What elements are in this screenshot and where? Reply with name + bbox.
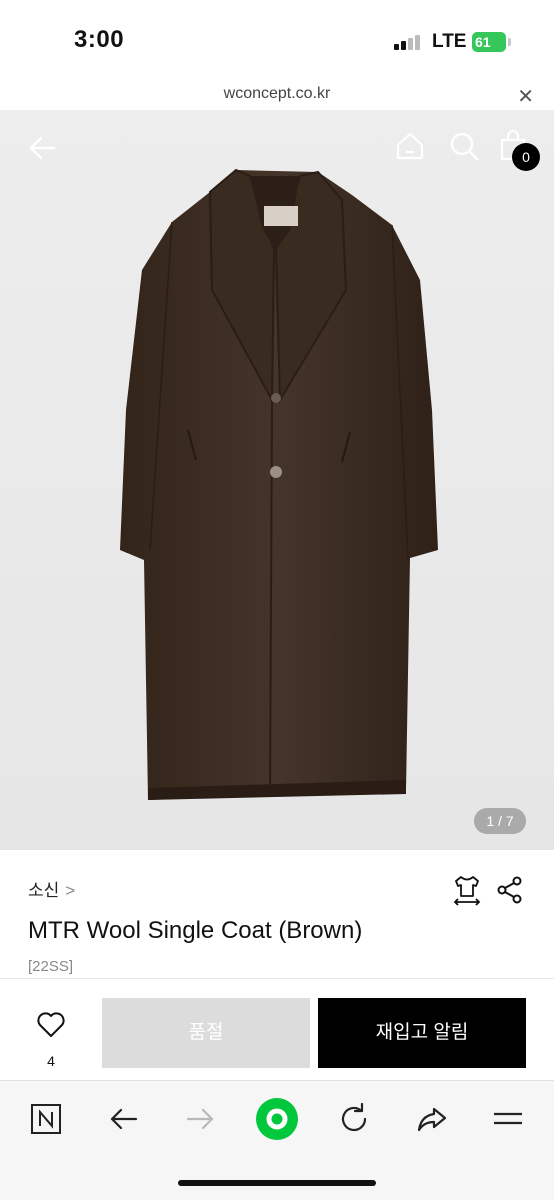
- search-icon: [450, 132, 479, 161]
- purchase-action-bar: 4 품절 재입고 알림: [0, 978, 554, 1080]
- back-button[interactable]: [26, 132, 58, 164]
- search-button[interactable]: [448, 130, 480, 162]
- menu-button[interactable]: [488, 1099, 528, 1139]
- status-time: 3:00: [74, 26, 125, 53]
- heart-icon: [37, 1012, 65, 1037]
- network-label: LTE: [432, 31, 467, 52]
- url-bar[interactable]: wconcept.co.kr ✕: [0, 80, 554, 110]
- signal-icon: [394, 34, 424, 50]
- brand-link[interactable]: 소신 >: [28, 876, 75, 901]
- status-bar: 3:00 LTE 61: [0, 0, 554, 80]
- share-icon: [497, 876, 522, 904]
- product-season: [22SS]: [28, 958, 74, 975]
- product-title: MTR Wool Single Coat (Brown): [28, 917, 363, 944]
- url-text[interactable]: wconcept.co.kr: [0, 85, 554, 103]
- share-page-button[interactable]: [412, 1099, 452, 1139]
- close-icon[interactable]: ✕: [517, 84, 534, 109]
- share-arrow-icon: [417, 1107, 447, 1132]
- image-page-indicator: 1 / 7: [474, 808, 526, 834]
- home-button[interactable]: [394, 130, 426, 162]
- soldout-button[interactable]: 품절: [102, 998, 310, 1068]
- home-indicator: [178, 1180, 376, 1186]
- browser-back-button[interactable]: [104, 1099, 144, 1139]
- browser-forward-button[interactable]: [180, 1099, 220, 1139]
- back-arrow-icon: [110, 1108, 138, 1130]
- product-image-carousel[interactable]: [0, 110, 554, 850]
- brand-name: 소신: [28, 881, 60, 900]
- naver-n-icon: [31, 1104, 61, 1134]
- refresh-icon: [341, 1102, 367, 1132]
- battery-icon: 61: [472, 32, 506, 52]
- menu-icon: [494, 1112, 522, 1125]
- naver-n-button[interactable]: [26, 1099, 66, 1139]
- chevron-right-icon: >: [65, 881, 76, 900]
- share-button[interactable]: [496, 876, 524, 909]
- size-guide-icon: [453, 876, 481, 906]
- battery-tip: [508, 38, 511, 46]
- like-button[interactable]: 4: [24, 989, 78, 1069]
- cart-count-badge: 0: [512, 143, 540, 171]
- back-arrow-icon: [29, 136, 56, 160]
- home-green-icon: [256, 1098, 298, 1140]
- like-count: 4: [47, 1053, 55, 1069]
- refresh-button[interactable]: [334, 1099, 374, 1139]
- coat-photo: [120, 168, 438, 800]
- naver-home-button[interactable]: [254, 1096, 300, 1142]
- home-icon: [396, 132, 424, 160]
- size-guide-button[interactable]: [452, 874, 482, 911]
- forward-arrow-icon: [186, 1108, 214, 1130]
- restock-alert-button[interactable]: 재입고 알림: [318, 998, 526, 1068]
